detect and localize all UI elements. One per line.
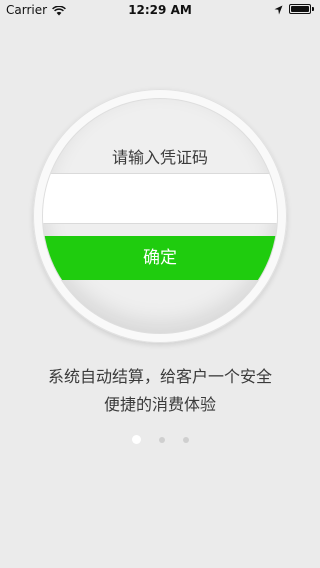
page-dot-2[interactable] [158, 436, 165, 443]
voucher-title: 请输入凭证码 [111, 148, 208, 167]
status-right [274, 4, 314, 15]
status-time: 12:29 AM [128, 3, 192, 17]
voucher-code-input[interactable] [43, 173, 277, 224]
description-text: 系统自动结算，给客户一个安全 便捷的消费体验 [0, 363, 320, 419]
battery-tip [312, 7, 314, 11]
location-icon [274, 4, 283, 15]
page-dot-3[interactable] [182, 436, 189, 443]
status-bar: Carrier 12:29 AM [0, 0, 320, 20]
page-dot-1[interactable] [131, 435, 141, 444]
page-indicator [0, 435, 320, 444]
description-line-1: 系统自动结算，给客户一个安全 [47, 367, 272, 386]
confirm-button[interactable]: 确定 [43, 236, 277, 280]
voucher-circle: 请输入凭证码 确定 [43, 99, 277, 333]
battery-fill [291, 6, 309, 12]
description-line-2: 便捷的消费体验 [103, 395, 216, 414]
battery-icon [289, 4, 311, 14]
